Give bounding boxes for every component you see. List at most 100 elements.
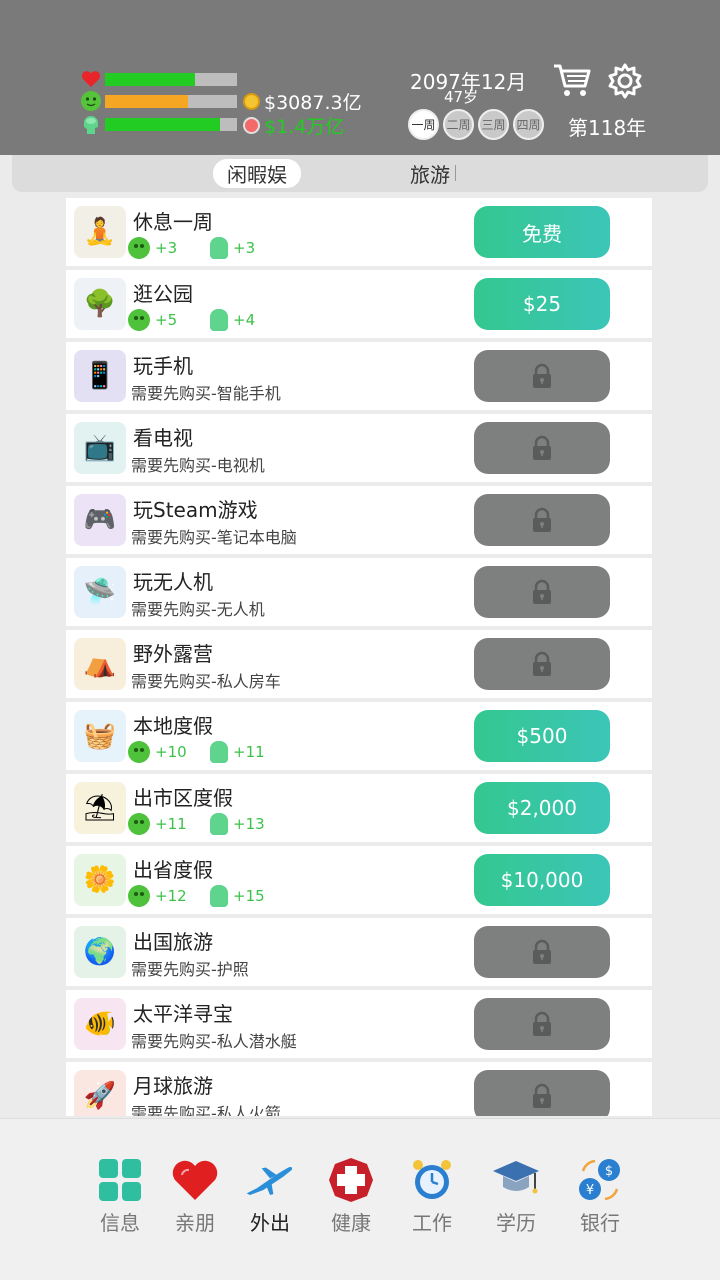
player-age: 47岁 <box>444 88 479 106</box>
activity-illustration-icon: 🌼 <box>74 854 126 906</box>
nav-item-info[interactable]: 信息 <box>80 1155 160 1236</box>
happiness-gain: +12 <box>128 885 187 907</box>
activity-row: 🐠 太平洋寻宝 需要先购买-私人潜水艇 <box>66 990 652 1058</box>
bottom-navigation: 信息 亲朋 外出 健康 工作 学历 $ ¥ 银行 <box>0 1118 720 1280</box>
activity-illustration-icon: ⛱ <box>74 782 126 834</box>
activity-title: 太平洋寻宝 <box>133 1002 233 1026</box>
locked-button[interactable] <box>474 350 610 402</box>
game-year: 第118年 <box>568 116 647 140</box>
activity-title: 逛公园 <box>133 282 193 306</box>
activity-title: 出国旅游 <box>133 930 213 954</box>
activity-requirement: 需要先购买-智能手机 <box>131 384 281 403</box>
activity-list[interactable]: 🧘 休息一周 +3 +3 免费 🌳 逛公园 +5 +4 $25 📱 玩手机 需要先购买-智能手机 📺 看电视… <box>66 198 652 1116</box>
lock-icon <box>533 1083 551 1108</box>
intelligence-gain: +3 <box>210 237 255 259</box>
locked-button[interactable] <box>474 1070 610 1116</box>
activity-requirement: 需要先购买-笔记本电脑 <box>131 528 297 547</box>
activity-title: 出省度假 <box>133 858 213 882</box>
happiness-gain-value: +11 <box>155 815 187 833</box>
smiley-face-icon <box>128 885 150 907</box>
shopping-cart-icon[interactable] <box>552 62 592 100</box>
locked-button[interactable] <box>474 566 610 618</box>
brain-head-icon <box>210 813 228 835</box>
happiness-gain: +10 <box>128 741 187 763</box>
activity-title: 玩手机 <box>133 354 193 378</box>
activity-illustration-icon: 🎮 <box>74 494 126 546</box>
week-button-1[interactable]: 一周 <box>408 109 439 140</box>
lock-icon <box>533 435 551 460</box>
activity-title: 看电视 <box>133 426 193 450</box>
activity-illustration-icon: 📱 <box>74 350 126 402</box>
buy-button[interactable]: $2,000 <box>474 782 610 834</box>
locked-button[interactable] <box>474 926 610 978</box>
activity-requirement: 需要先购买-电视机 <box>131 456 265 475</box>
activity-requirement: 需要先购买-私人房车 <box>131 672 281 691</box>
smiley-face-icon <box>80 90 102 112</box>
tab-travel[interactable]: 旅游 <box>380 159 480 188</box>
activity-illustration-icon: 🌍 <box>74 926 126 978</box>
activity-row: ⛱ 出市区度假 +11 +13 $2,000 <box>66 774 652 842</box>
buy-button[interactable]: 免费 <box>474 206 610 258</box>
activity-illustration-icon: 📺 <box>74 422 126 474</box>
happiness-gain-value: +12 <box>155 887 187 905</box>
week-button-4[interactable]: 四周 <box>513 109 544 140</box>
activity-row: ⛺ 野外露营 需要先购买-私人房车 <box>66 630 652 698</box>
buy-button[interactable]: $25 <box>474 278 610 330</box>
intelligence-gain-value: +11 <box>233 743 265 761</box>
brain-head-icon <box>80 113 102 135</box>
lock-icon <box>533 507 551 532</box>
nav-item-education[interactable]: 学历 <box>476 1155 556 1236</box>
locked-button[interactable] <box>474 638 610 690</box>
activity-row: 📺 看电视需要先购买-电视机 <box>66 414 652 482</box>
happiness-gain: +3 <box>128 237 177 259</box>
nav-label: 亲朋 <box>175 1211 215 1235</box>
asset-badge-icon <box>243 117 260 134</box>
activity-row: 🛸 玩无人机 需要先购买-无人机 <box>66 558 652 626</box>
nav-item-bank[interactable]: $ ¥ 银行 <box>560 1155 640 1236</box>
activity-illustration-icon: 🧺 <box>74 710 126 762</box>
intelligence-gain: +13 <box>210 813 265 835</box>
brain-head-icon <box>210 741 228 763</box>
tab-divider <box>455 165 456 181</box>
activity-illustration-icon: 🛸 <box>74 566 126 618</box>
happiness-gain-value: +5 <box>155 311 178 329</box>
activity-title: 休息一周 <box>133 210 213 234</box>
assets-value: $1.4万亿 <box>264 116 345 138</box>
work-icon <box>407 1155 457 1205</box>
intelligence-gain: +15 <box>210 885 265 907</box>
nav-item-work[interactable]: 工作 <box>392 1155 472 1236</box>
nav-label: 外出 <box>250 1211 290 1235</box>
activity-illustration-icon: 🧘 <box>74 206 126 258</box>
lock-icon <box>533 363 551 388</box>
activity-requirement: 需要先购买-无人机 <box>131 600 265 619</box>
lock-icon <box>533 939 551 964</box>
activity-row: 🌳 逛公园 +5 +4 $25 <box>66 270 652 338</box>
svg-text:¥: ¥ <box>586 1183 594 1198</box>
week-button-2[interactable]: 二周 <box>443 109 474 140</box>
nav-item-health[interactable]: 健康 <box>311 1155 391 1236</box>
activity-illustration-icon: 🚀 <box>74 1070 126 1116</box>
nav-label: 工作 <box>412 1211 452 1235</box>
activity-illustration-icon: ⛺ <box>74 638 126 690</box>
settings-gear-icon[interactable] <box>606 62 644 100</box>
smiley-face-icon <box>128 813 150 835</box>
week-button-3[interactable]: 三周 <box>478 109 509 140</box>
nav-item-friends[interactable]: 亲朋 <box>155 1155 235 1236</box>
lock-icon <box>533 651 551 676</box>
tab-leisure[interactable]: 闲暇娱 <box>213 159 301 188</box>
locked-button[interactable] <box>474 422 610 474</box>
activity-illustration-icon: 🐠 <box>74 998 126 1050</box>
locked-button[interactable] <box>474 494 610 546</box>
happiness-bar-fill <box>105 94 189 108</box>
activity-title: 玩Steam游戏 <box>133 498 258 522</box>
nav-item-outing[interactable]: 外出 <box>230 1155 310 1236</box>
education-icon <box>491 1155 541 1205</box>
locked-button[interactable] <box>474 998 610 1050</box>
intelligence-bar <box>105 117 237 131</box>
buy-button[interactable]: $500 <box>474 710 610 762</box>
buy-button[interactable]: $10,000 <box>474 854 610 906</box>
activity-title: 本地度假 <box>133 714 213 738</box>
coin-icon <box>243 93 260 110</box>
info-icon <box>95 1155 145 1205</box>
lock-icon <box>533 1011 551 1036</box>
